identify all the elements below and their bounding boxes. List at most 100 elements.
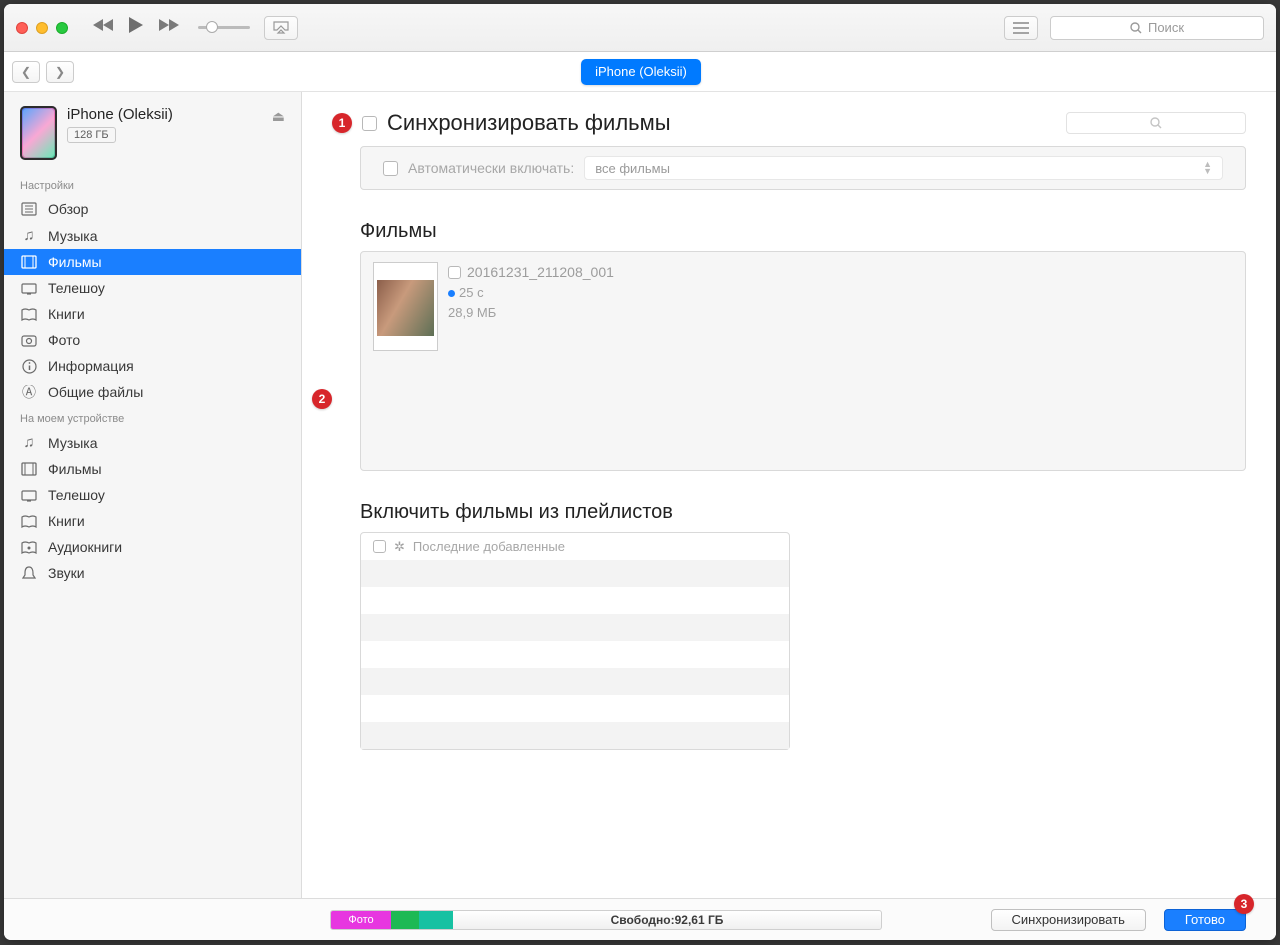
movies-search-input[interactable] (1066, 112, 1246, 134)
sidebar-item-books[interactable]: Книги (4, 301, 301, 327)
up-next-button[interactable] (1004, 16, 1038, 40)
unwatched-dot-icon (448, 290, 455, 297)
sync-movies-checkbox[interactable] (362, 116, 377, 131)
annotation-2: 2 (312, 389, 332, 409)
sidebar-item-label: Книги (48, 513, 85, 529)
storage-segment-free: Свободно: 92,61 ГБ (453, 911, 881, 929)
sidebar-item-tvshows[interactable]: Телешоу (4, 275, 301, 301)
device-tab[interactable]: iPhone (Oleksii) (581, 59, 701, 85)
search-icon (1130, 22, 1142, 34)
auto-include-select[interactable]: все фильмы ▲▼ (584, 156, 1223, 180)
playlist-row (361, 587, 789, 614)
playlist-row (361, 560, 789, 587)
music-icon: ♫ (20, 227, 38, 244)
sidebar-item-od-movies[interactable]: Фильмы (4, 456, 301, 482)
sidebar-item-music[interactable]: ♫ Музыка (4, 222, 301, 249)
movies-list-box: 2 20161231_211208_001 25 с 28,9 МБ (360, 251, 1246, 471)
search-input[interactable]: Поиск (1050, 16, 1264, 40)
back-button[interactable]: ❮ (12, 61, 40, 83)
device-name: iPhone (Oleksii) (67, 106, 173, 123)
sidebar-item-summary[interactable]: Обзор (4, 196, 301, 222)
eject-icon[interactable]: ⏏ (272, 108, 285, 125)
sidebar-item-label: Музыка (48, 228, 98, 244)
footer-bar: Фото Свободно: 92,61 ГБ Синхронизировать… (4, 898, 1276, 940)
sidebar-item-od-books[interactable]: Книги (4, 508, 301, 534)
sidebar-item-od-audiobooks[interactable]: Аудиокниги (4, 534, 301, 560)
sidebar-item-filesharing[interactable]: Ⓐ Общие файлы (4, 379, 301, 405)
main-content: 1 Синхронизировать фильмы Автоматически … (302, 92, 1276, 898)
sidebar-item-od-tvshows[interactable]: Телешоу (4, 482, 301, 508)
sidebar-item-label: Общие файлы (48, 384, 143, 400)
gear-icon: ✲ (394, 539, 405, 555)
sidebar-item-label: Обзор (48, 201, 88, 217)
sidebar-item-photos[interactable]: Фото (4, 327, 301, 353)
playlists-section-title: Включить фильмы из плейлистов (360, 501, 1246, 524)
sidebar-item-label: Книги (48, 306, 85, 322)
storage-segment-photos: Фото (331, 911, 391, 929)
playlist-row (361, 641, 789, 668)
next-track-icon[interactable] (158, 18, 180, 37)
sidebar-item-od-tones[interactable]: Звуки (4, 560, 301, 586)
device-tab-label: iPhone (Oleksii) (595, 64, 687, 79)
play-icon[interactable] (128, 16, 144, 39)
sidebar-item-movies[interactable]: Фильмы (4, 249, 301, 275)
sidebar-item-od-music[interactable]: ♫ Музыка (4, 429, 301, 456)
navigation-row: ❮ ❯ iPhone (Oleksii) (4, 52, 1276, 92)
playlist-row (361, 668, 789, 695)
annotation-3: 3 (1234, 894, 1254, 914)
sync-button-label: Синхронизировать (1012, 912, 1125, 927)
itunes-window: Поиск ❮ ❯ iPhone (Oleksii) iPhone (Oleks… (4, 4, 1276, 940)
chevron-updown-icon: ▲▼ (1203, 161, 1212, 175)
playlist-row[interactable]: ✲ Последние добавленные (361, 533, 789, 560)
zoom-window-button[interactable] (56, 22, 68, 34)
playlist-checkbox[interactable] (373, 540, 386, 553)
titlebar: Поиск (4, 4, 1276, 52)
auto-include-checkbox[interactable] (383, 161, 398, 176)
sync-button[interactable]: Синхронизировать (991, 909, 1146, 931)
minimize-window-button[interactable] (36, 22, 48, 34)
sidebar: iPhone (Oleksii) 128 ГБ ⏏ Настройки Обзо… (4, 92, 302, 898)
sidebar-item-label: Информация (48, 358, 134, 374)
volume-slider[interactable] (198, 26, 250, 29)
audiobooks-icon (20, 541, 38, 554)
photos-icon (20, 334, 38, 347)
movies-section-title: Фильмы (360, 220, 1246, 243)
sidebar-item-label: Фильмы (48, 461, 102, 477)
apps-icon: Ⓐ (20, 385, 38, 400)
info-icon (20, 359, 38, 374)
playback-controls (92, 16, 180, 39)
sidebar-item-label: Звуки (48, 565, 85, 581)
done-button-label: Готово (1185, 912, 1225, 927)
search-icon (1150, 117, 1162, 129)
books-icon (20, 515, 38, 528)
sidebar-item-label: Телешоу (48, 487, 105, 503)
device-thumbnail-icon (20, 106, 57, 160)
movies-icon (20, 462, 38, 476)
books-icon (20, 308, 38, 321)
playlist-row (361, 614, 789, 641)
music-icon: ♫ (20, 434, 38, 451)
sidebar-item-label: Фильмы (48, 254, 102, 270)
movie-name: 20161231_211208_001 (467, 262, 614, 283)
playlist-row (361, 695, 789, 722)
tones-icon (20, 566, 38, 581)
tvshows-icon (20, 282, 38, 295)
movie-item[interactable]: 20161231_211208_001 25 с 28,9 МБ (373, 262, 614, 460)
movie-duration: 25 с (459, 285, 484, 300)
tvshows-icon (20, 489, 38, 502)
annotation-1: 1 (332, 113, 352, 133)
playlist-row (361, 722, 789, 749)
airplay-button[interactable] (264, 16, 298, 40)
window-controls (16, 22, 68, 34)
movie-checkbox[interactable] (448, 266, 461, 279)
sidebar-item-label: Музыка (48, 435, 98, 451)
done-button[interactable]: Готово (1164, 909, 1246, 931)
storage-bar[interactable]: Фото Свободно: 92,61 ГБ (330, 910, 882, 930)
sidebar-item-info[interactable]: Информация (4, 353, 301, 379)
device-header: iPhone (Oleksii) 128 ГБ ⏏ (4, 102, 301, 172)
svg-text:Ⓐ: Ⓐ (22, 385, 36, 400)
forward-button[interactable]: ❯ (46, 61, 74, 83)
previous-track-icon[interactable] (92, 18, 114, 37)
search-placeholder: Поиск (1148, 20, 1184, 35)
close-window-button[interactable] (16, 22, 28, 34)
